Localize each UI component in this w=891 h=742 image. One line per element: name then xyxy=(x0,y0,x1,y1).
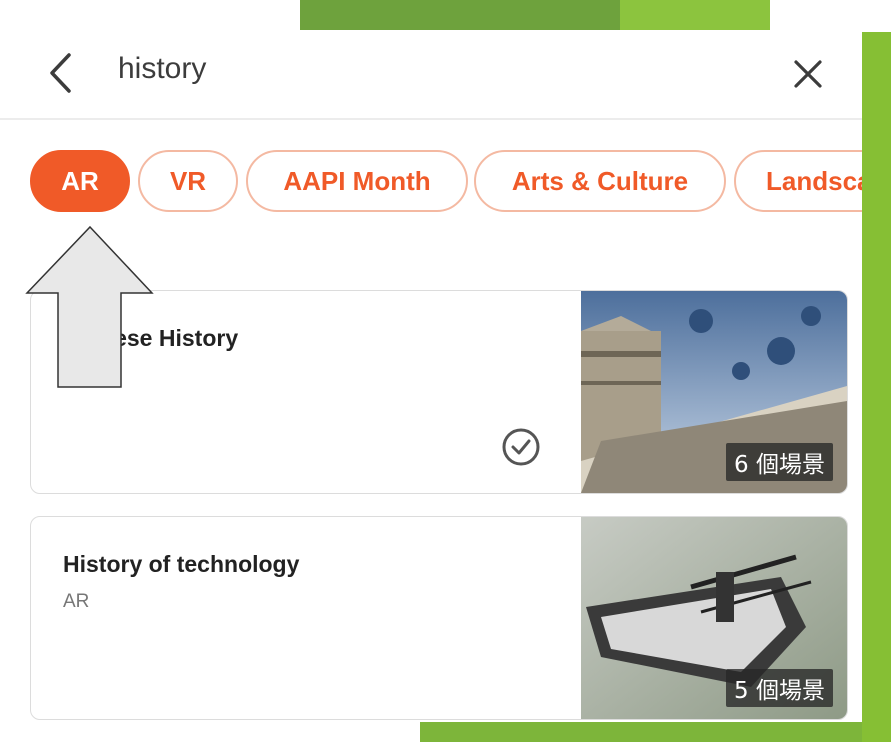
decorative-green-shape xyxy=(300,0,640,32)
scene-count-badge: 6 個場景 xyxy=(726,443,833,481)
clear-search-button[interactable] xyxy=(788,54,828,94)
technology-thumbnail: 5 個場景 xyxy=(581,517,847,719)
result-card[interactable]: History of technology AR 5 個場景 xyxy=(30,516,848,720)
chip-ar[interactable]: AR xyxy=(30,150,130,212)
card-subtitle: AR xyxy=(63,591,90,612)
great-wall-thumbnail: 6 個場景 xyxy=(581,291,847,493)
close-icon xyxy=(794,60,822,88)
back-button[interactable] xyxy=(40,50,80,96)
scene-count-badge: 5 個場景 xyxy=(726,669,833,707)
search-bar: history xyxy=(0,30,862,120)
downloaded-check-icon xyxy=(501,427,541,472)
decorative-green-shape xyxy=(620,0,770,32)
chip-landscapes[interactable]: Landscapes xyxy=(734,150,862,212)
decorative-green-bar xyxy=(862,32,891,742)
card-title: History of technology xyxy=(63,551,300,577)
chip-aapi-month[interactable]: AAPI Month xyxy=(246,150,468,212)
annotation-up-arrow-icon xyxy=(25,225,154,388)
decorative-green-bar xyxy=(420,722,862,742)
filter-chips: AR VR AAPI Month Arts & Culture Landscap… xyxy=(0,148,862,218)
chip-arts-culture[interactable]: Arts & Culture xyxy=(474,150,726,212)
chevron-left-icon xyxy=(50,53,71,93)
chip-vr[interactable]: VR xyxy=(138,150,238,212)
search-input[interactable]: history xyxy=(118,52,206,86)
